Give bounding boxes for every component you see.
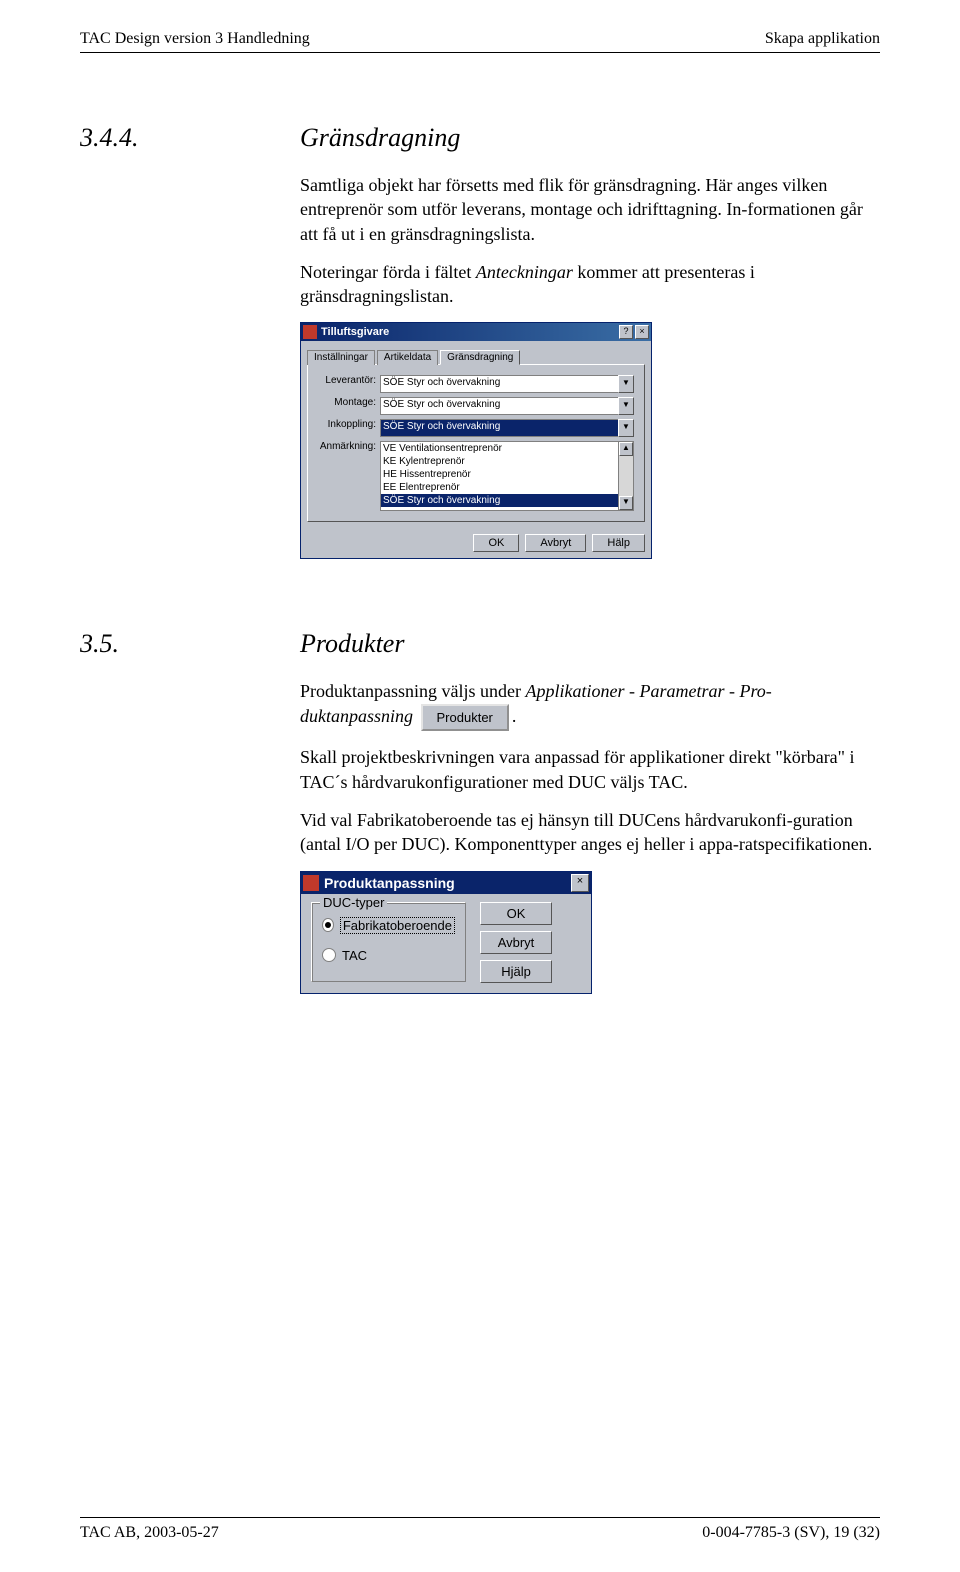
combo-montage[interactable]: SÖE Styr och övervakning ▼ (380, 397, 634, 415)
section-35-heading: 3.5. Produkter (80, 629, 880, 659)
dialog2-title: Produktanpassning (324, 875, 571, 891)
chevron-down-icon[interactable]: ▼ (618, 397, 634, 415)
dialog2-buttons: OK Avbryt Hjälp (480, 902, 552, 983)
combo-leverantor[interactable]: SÖE Styr och övervakning ▼ (380, 375, 634, 393)
chevron-down-icon[interactable]: ▼ (618, 419, 634, 437)
list-item[interactable]: VE Ventilationsentreprenör (381, 442, 633, 455)
dialog1-titlebar[interactable]: Tilluftsgivare ? × (301, 323, 651, 341)
ok-button[interactable]: OK (473, 534, 519, 552)
help-button[interactable]: ? (619, 325, 633, 339)
header-left: TAC Design version 3 Handledning (80, 30, 310, 48)
combo-inkoppling-value: SÖE Styr och övervakning (380, 419, 618, 437)
radio-icon (322, 948, 336, 962)
dialog1-panel: Leverantör: SÖE Styr och övervakning ▼ M… (307, 364, 645, 522)
list-item[interactable]: EE Elentreprenör (381, 481, 633, 494)
combo-leverantor-value: SÖE Styr och övervakning (380, 375, 618, 393)
close-button[interactable]: × (635, 325, 649, 339)
dialog-produktanpassning: Produktanpassning × DUC-typer Fabrikatob… (300, 871, 592, 994)
footer-left: TAC AB, 2003-05-27 (80, 1524, 219, 1542)
section-344-heading: 3.4.4. Gränsdragning (80, 123, 880, 153)
label-leverantor: Leverantör: (318, 375, 380, 386)
combo-inkoppling[interactable]: SÖE Styr och övervakning ▼ (380, 419, 634, 437)
dialog2-body: DUC-typer Fabrikatoberoende TAC OK Avbry… (301, 894, 591, 993)
app-icon (303, 325, 317, 339)
section-title-35: Produkter (300, 629, 404, 659)
dialog1-tabs: Inställningar Artikeldata Gränsdragning (307, 349, 645, 364)
para-344-2: Noteringar förda i fältet Anteckningar k… (300, 260, 880, 309)
section-title-344: Gränsdragning (300, 123, 460, 153)
list-item[interactable]: HE Hissentreprenör (381, 468, 633, 481)
produkter-button[interactable]: Produkter (421, 704, 509, 732)
listbox-anmarkning[interactable]: VE Ventilationsentreprenör KE Kylentrepr… (380, 441, 634, 511)
combo-montage-value: SÖE Styr och övervakning (380, 397, 618, 415)
cancel-button[interactable]: Avbryt (480, 931, 552, 954)
label-montage: Montage: (318, 397, 380, 408)
para-35-3: Vid val Fabrikatoberoende tas ej hänsyn … (300, 808, 880, 857)
section-number-344: 3.4.4. (80, 123, 300, 153)
scroll-down-icon[interactable]: ▼ (619, 496, 633, 510)
dialog2-titlebar[interactable]: Produktanpassning × (301, 872, 591, 894)
dialog1-title: Tilluftsgivare (321, 326, 617, 338)
dialog1-buttons: OK Avbryt Hälp (301, 528, 651, 558)
section-35-body: Produktanpassning väljs under Applikatio… (300, 679, 880, 856)
dialog-tilluftsgivare: Tilluftsgivare ? × Inställningar Artikel… (300, 322, 652, 559)
help-button[interactable]: Hälp (592, 534, 645, 552)
footer-right: 0-004-7785-3 (SV), 19 (32) (702, 1524, 880, 1542)
para-35-1: Produktanpassning väljs under Applikatio… (300, 679, 880, 731)
groupbox-duc-typer: DUC-typer Fabrikatoberoende TAC (311, 902, 466, 982)
close-button[interactable]: × (571, 874, 589, 892)
radio-icon (322, 918, 334, 932)
list-item-selected[interactable]: SÖE Styr och övervakning (381, 494, 633, 507)
radio-label: Fabrikatoberoende (340, 917, 455, 934)
section-number-35: 3.5. (80, 629, 300, 659)
label-anmarkning: Anmärkning: (318, 441, 380, 452)
chevron-down-icon[interactable]: ▼ (618, 375, 634, 393)
cancel-button[interactable]: Avbryt (525, 534, 586, 552)
group-title: DUC-typer (320, 895, 387, 910)
radio-label: TAC (342, 948, 367, 963)
section-344-body: Samtliga objekt har försetts med flik fö… (300, 173, 880, 308)
label-inkoppling: Inkoppling: (318, 419, 380, 430)
scroll-up-icon[interactable]: ▲ (619, 442, 633, 456)
page-footer: TAC AB, 2003-05-27 0-004-7785-3 (SV), 19… (80, 1517, 880, 1542)
para-344-1: Samtliga objekt har försetts med flik fö… (300, 173, 880, 246)
tab-artikeldata[interactable]: Artikeldata (377, 350, 438, 365)
page-header: TAC Design version 3 Handledning Skapa a… (80, 30, 880, 53)
help-button[interactable]: Hjälp (480, 960, 552, 983)
scrollbar[interactable]: ▲ ▼ (618, 442, 633, 510)
header-right: Skapa applikation (765, 30, 880, 48)
tab-installningar[interactable]: Inställningar (307, 350, 375, 365)
para-35-2: Skall projektbeskrivningen vara anpassad… (300, 745, 880, 794)
ok-button[interactable]: OK (480, 902, 552, 925)
list-item[interactable]: KE Kylentreprenör (381, 455, 633, 468)
tab-gransdragning[interactable]: Gränsdragning (440, 350, 520, 365)
radio-fabrikatoberoende[interactable]: Fabrikatoberoende (322, 917, 455, 934)
radio-tac[interactable]: TAC (322, 948, 455, 963)
app-icon (303, 875, 319, 891)
